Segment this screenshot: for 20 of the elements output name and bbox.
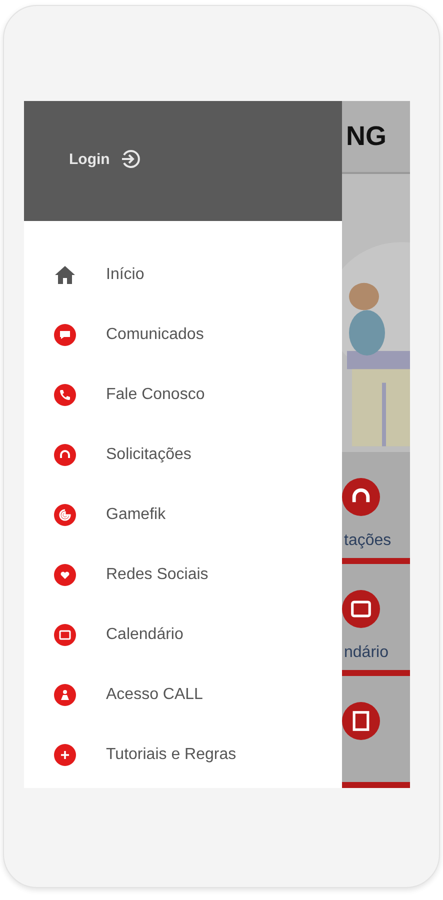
plus-icon: [54, 744, 76, 766]
login-button[interactable]: Login: [69, 148, 142, 170]
menu-item[interactable]: Redes Sociais: [24, 545, 342, 605]
chat-icon: [54, 324, 76, 346]
person-icon: [54, 684, 76, 706]
phone-icon: [54, 384, 76, 406]
menu-item[interactable]: Tutoriais e Regras: [24, 725, 342, 785]
card-label: tações: [344, 532, 392, 550]
menu-item[interactable]: Fale Conosco: [24, 365, 342, 425]
login-icon: [120, 148, 142, 170]
menu-item[interactable]: Calendário: [24, 605, 342, 665]
calendar-icon: [54, 624, 76, 646]
menu-item[interactable]: Solicitações: [24, 425, 342, 485]
menu-item[interactable]: Comunicados: [24, 305, 342, 365]
card-label: ndário: [344, 644, 388, 662]
home-icon: [54, 265, 76, 285]
app-title: NG: [346, 120, 386, 152]
menu-item[interactable]: Acesso CALL: [24, 665, 342, 725]
menu-item[interactable]: Gamefik: [24, 485, 342, 545]
menu-item[interactable]: Início: [24, 245, 342, 305]
